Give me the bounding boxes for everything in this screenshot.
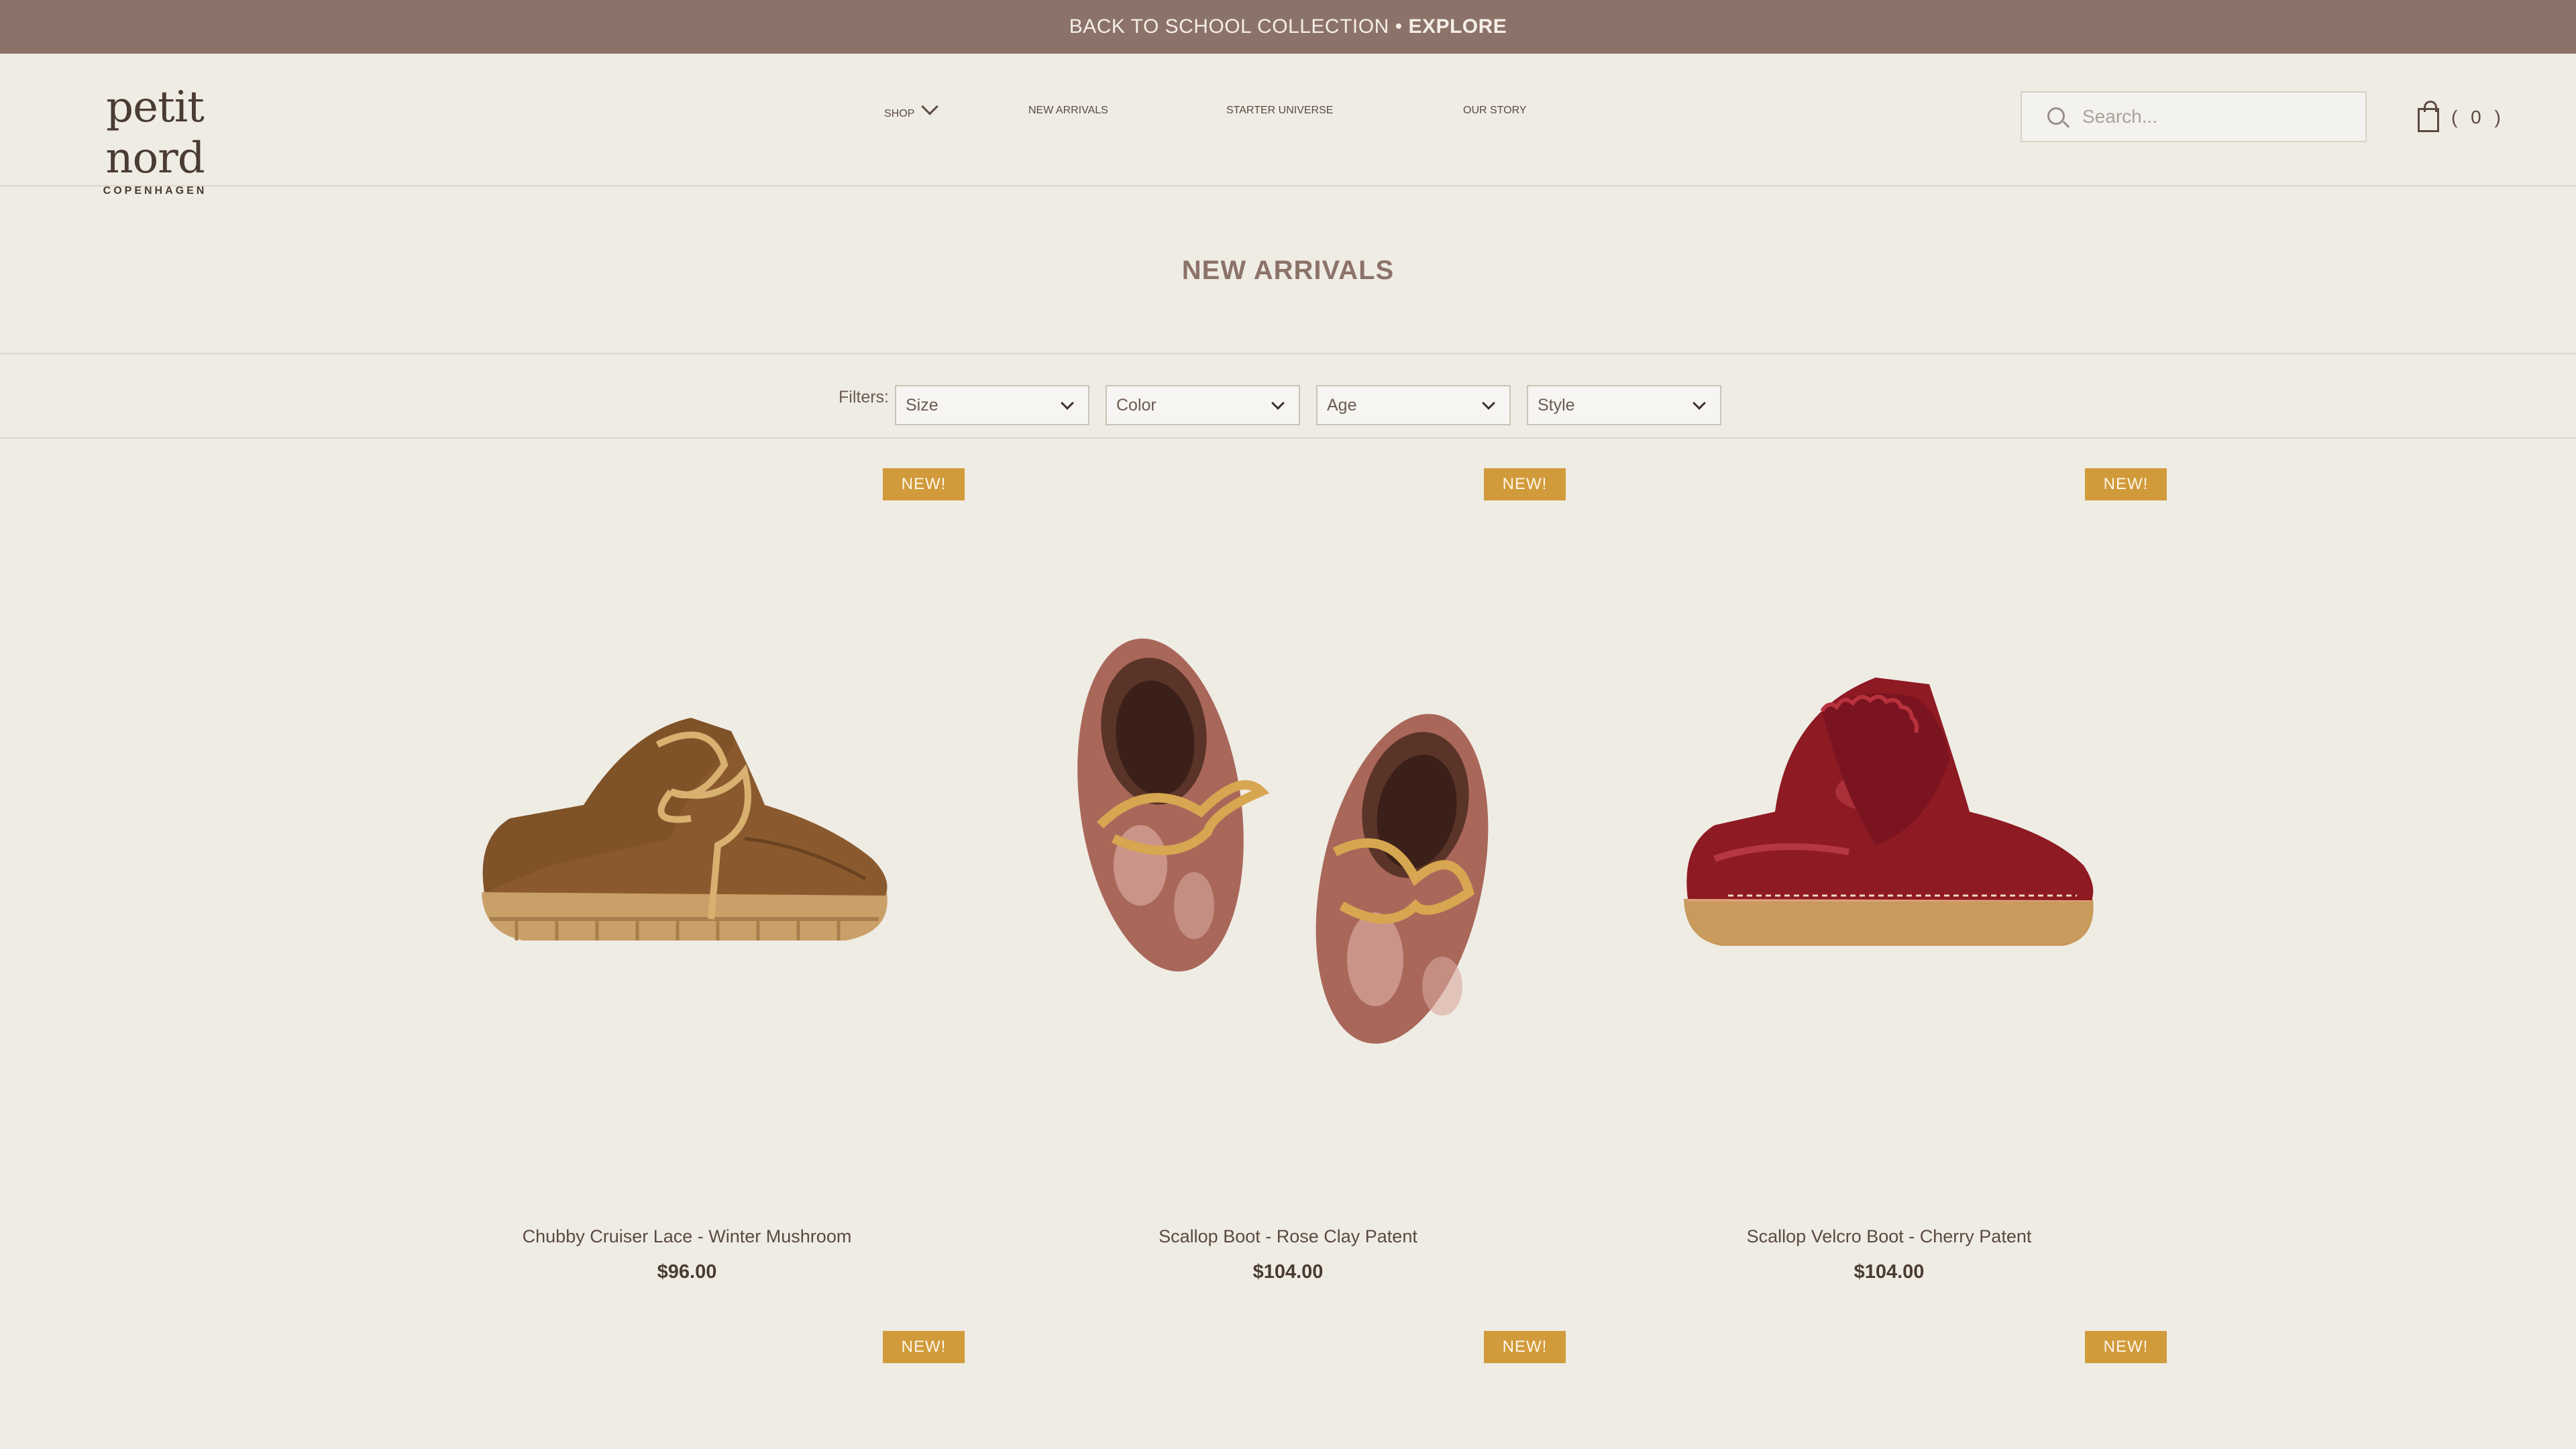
color-filter-value: Color xyxy=(1116,395,1157,415)
search-icon[interactable] xyxy=(2022,91,2076,142)
product-price: $104.00 xyxy=(1252,1261,1324,1283)
size-filter-value: Size xyxy=(906,395,938,415)
chevron-down-icon xyxy=(1271,396,1285,410)
shopping-bag-icon xyxy=(2418,101,2439,132)
new-badge: NEW! xyxy=(883,468,965,500)
search-box xyxy=(2021,91,2367,142)
logo-wordmark: petit nord xyxy=(105,83,205,183)
color-filter-select[interactable]: Color xyxy=(1106,385,1300,425)
product-image-chubby-cruiser[interactable] xyxy=(470,691,899,973)
announcement-explore-link[interactable]: EXPLORE xyxy=(1408,15,1507,38)
announcement-bar[interactable]: BACK TO SCHOOL COLLECTION • EXPLORE xyxy=(0,0,2576,54)
nav-our-story[interactable]: OUR STORY xyxy=(1463,105,1527,117)
page-title: NEW ARRIVALS xyxy=(1181,255,1395,285)
cart-count: ( 0 ) xyxy=(2451,107,2505,127)
nav-starter-universe[interactable]: STARTER UNIVERSE xyxy=(1226,105,1333,117)
site-header: petit nord COPENHAGEN SHOP NEW ARRIVALS … xyxy=(0,54,2576,197)
new-badge: NEW! xyxy=(1484,468,1566,500)
product-price: $96.00 xyxy=(657,1261,717,1283)
nav-shop[interactable]: SHOP xyxy=(884,98,939,120)
filters-label: Filters: xyxy=(839,388,889,407)
page-title-band: NEW ARRIVALS xyxy=(0,188,2576,354)
product-name[interactable]: Scallop Boot - Rose Clay Patent xyxy=(1053,1226,1523,1247)
product-image-scallop-boot[interactable] xyxy=(1040,610,1523,1067)
chevron-down-icon xyxy=(921,98,939,115)
age-filter-value: Age xyxy=(1327,395,1357,415)
cart-button[interactable]: ( 0 ) xyxy=(2418,101,2505,134)
product-name[interactable]: Scallop Velcro Boot - Cherry Patent xyxy=(1654,1226,2124,1247)
age-filter-select[interactable]: Age xyxy=(1316,385,1511,425)
chevron-down-icon xyxy=(1061,396,1074,410)
filter-bar: Filters: Size Color Age Style xyxy=(0,356,2576,439)
product-name[interactable]: Chubby Cruiser Lace - Winter Mushroom xyxy=(452,1226,922,1247)
logo[interactable]: petit nord COPENHAGEN xyxy=(64,82,246,199)
search-input[interactable] xyxy=(2082,106,2351,127)
size-filter-select[interactable]: Size xyxy=(895,385,1089,425)
style-filter-select[interactable]: Style xyxy=(1527,385,1721,425)
new-badge: NEW! xyxy=(1484,1331,1566,1363)
new-badge: NEW! xyxy=(2085,1331,2167,1363)
chevron-down-icon xyxy=(1482,396,1495,410)
new-badge: NEW! xyxy=(2085,468,2167,500)
announcement-text: BACK TO SCHOOL COLLECTION • xyxy=(1069,15,1403,38)
nav-shop-label: SHOP xyxy=(884,108,915,119)
style-filter-value: Style xyxy=(1538,395,1575,415)
chevron-down-icon xyxy=(1693,396,1706,410)
nav-new-arrivals[interactable]: NEW ARRIVALS xyxy=(1028,105,1108,117)
product-image-scallop-velcro-boot[interactable] xyxy=(1674,657,2104,966)
new-badge: NEW! xyxy=(883,1331,965,1363)
product-price: $104.00 xyxy=(1854,1261,1925,1283)
